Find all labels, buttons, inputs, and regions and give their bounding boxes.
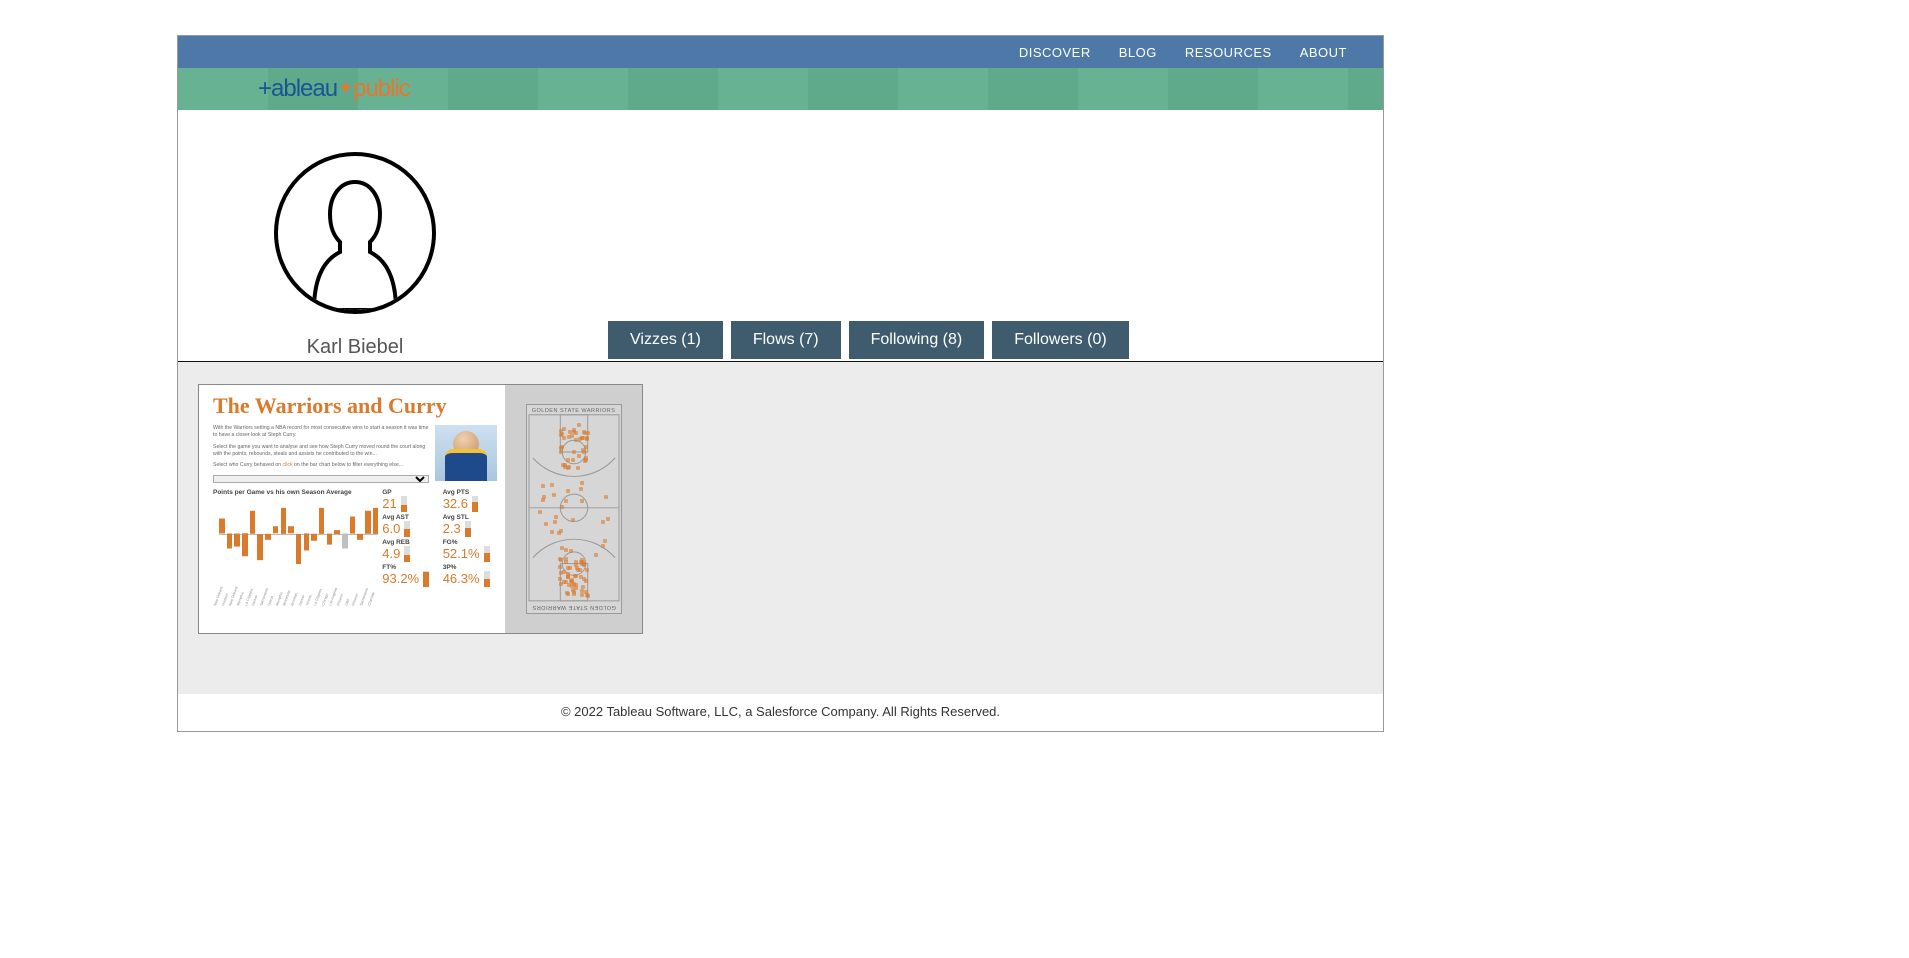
bars-xlabels: New OrleansHoustonNew OrleansMemphisLA C… — [213, 571, 378, 607]
stat-avgast: Avg AST6.0 — [382, 514, 436, 537]
viz-description: With the Warriors setting a NBA record f… — [213, 425, 429, 485]
viz-desc-line1: With the Warriors setting a NBA record f… — [213, 425, 429, 440]
bar-13 — [319, 507, 325, 533]
tab-vizzes[interactable]: Vizzes (1) — [608, 321, 723, 359]
tab-following[interactable]: Following (8) — [849, 321, 985, 359]
bar-7 — [273, 526, 279, 534]
bar-0 — [219, 519, 225, 534]
bar-12 — [311, 534, 317, 542]
bar-4 — [250, 511, 256, 534]
bars-container — [213, 499, 378, 569]
nav-blog[interactable]: BLOG — [1119, 45, 1157, 60]
brand-logo[interactable]: +ableau✦public — [258, 75, 410, 103]
stat-avgreb: Avg REB4.9 — [382, 539, 436, 562]
avatar-wrap: Karl Biebel — [260, 152, 450, 359]
bar-5 — [257, 534, 263, 560]
stat-3p: 3P%46.3% — [443, 564, 497, 587]
bar-9 — [288, 526, 294, 534]
bar-18 — [357, 534, 363, 540]
bar-20 — [373, 507, 379, 533]
footer-text: © 2022 Tableau Software, LLC, a Salesfor… — [178, 694, 1383, 731]
viz-left-panel: The Warriors and Curry With the Warriors… — [199, 385, 505, 633]
tab-flows[interactable]: Flows (7) — [731, 321, 841, 359]
stat-avgpts: Avg PTS32.6 — [443, 489, 497, 512]
viz-desc-line2: Select the game you want to analyse and … — [213, 444, 429, 459]
bar-11 — [304, 534, 310, 551]
tabs-row: Vizzes (1) Flows (7) Following (8) Follo… — [608, 321, 1129, 359]
bar-8 — [281, 507, 287, 533]
top-nav: DISCOVER BLOG RESOURCES ABOUT — [178, 36, 1383, 68]
nav-about[interactable]: ABOUT — [1300, 45, 1347, 60]
stat-ft: FT%93.2% — [382, 564, 436, 587]
bar-14 — [327, 534, 333, 545]
bar-16 — [342, 534, 348, 549]
tab-followers[interactable]: Followers (0) — [992, 321, 1128, 359]
bar-2 — [234, 534, 240, 547]
brand-part1: +ableau — [258, 75, 337, 102]
viz-right-panel: GOLDEN STATE WARRIORS GOLDEN STATE WARRI… — [505, 385, 642, 633]
player-photo — [435, 425, 497, 481]
profile-area: Karl Biebel Vizzes (1) Flows (7) Followi… — [178, 110, 1383, 359]
viz-desc-line3: Select who Curry behaved on click on the… — [213, 462, 429, 469]
bar-19 — [365, 511, 371, 534]
stat-fg: FG%52.1% — [443, 539, 497, 562]
stats-grid: GP21 Avg PTS32.6 Avg AST6.0 Avg STL2.3 Avg R… — [382, 489, 497, 629]
viz-title: The Warriors and Curry — [213, 393, 497, 419]
bar-6 — [265, 534, 271, 540]
viz-filter-select[interactable] — [213, 475, 429, 483]
brand-plus-icon: ✦ — [337, 78, 353, 99]
brand-part2: public — [353, 75, 410, 102]
bar-1 — [227, 534, 233, 549]
viz-card[interactable]: The Warriors and Curry With the Warriors… — [198, 384, 643, 634]
bars-chart: Points per Game vs his own Season Averag… — [213, 489, 378, 629]
bar-17 — [350, 517, 356, 534]
bar-10 — [296, 534, 302, 564]
stat-gp: GP21 — [382, 489, 436, 512]
page-frame: DISCOVER BLOG RESOURCES ABOUT +ableau✦pu… — [177, 35, 1384, 732]
brand-bar: +ableau✦public — [178, 68, 1383, 110]
content-area: The Warriors and Curry With the Warriors… — [178, 362, 1383, 694]
shot-chart-dots — [533, 415, 615, 603]
profile-name: Karl Biebel — [260, 336, 450, 359]
bar-15 — [334, 530, 340, 534]
basketball-court-icon: GOLDEN STATE WARRIORS GOLDEN STATE WARRI… — [526, 404, 622, 614]
nav-discover[interactable]: DISCOVER — [1019, 45, 1091, 60]
avatar-placeholder-icon — [274, 152, 436, 314]
bars-title: Points per Game vs his own Season Averag… — [213, 489, 378, 496]
bar-3 — [242, 534, 248, 557]
stat-avgstl: Avg STL2.3 — [443, 514, 497, 537]
nav-resources[interactable]: RESOURCES — [1185, 45, 1272, 60]
